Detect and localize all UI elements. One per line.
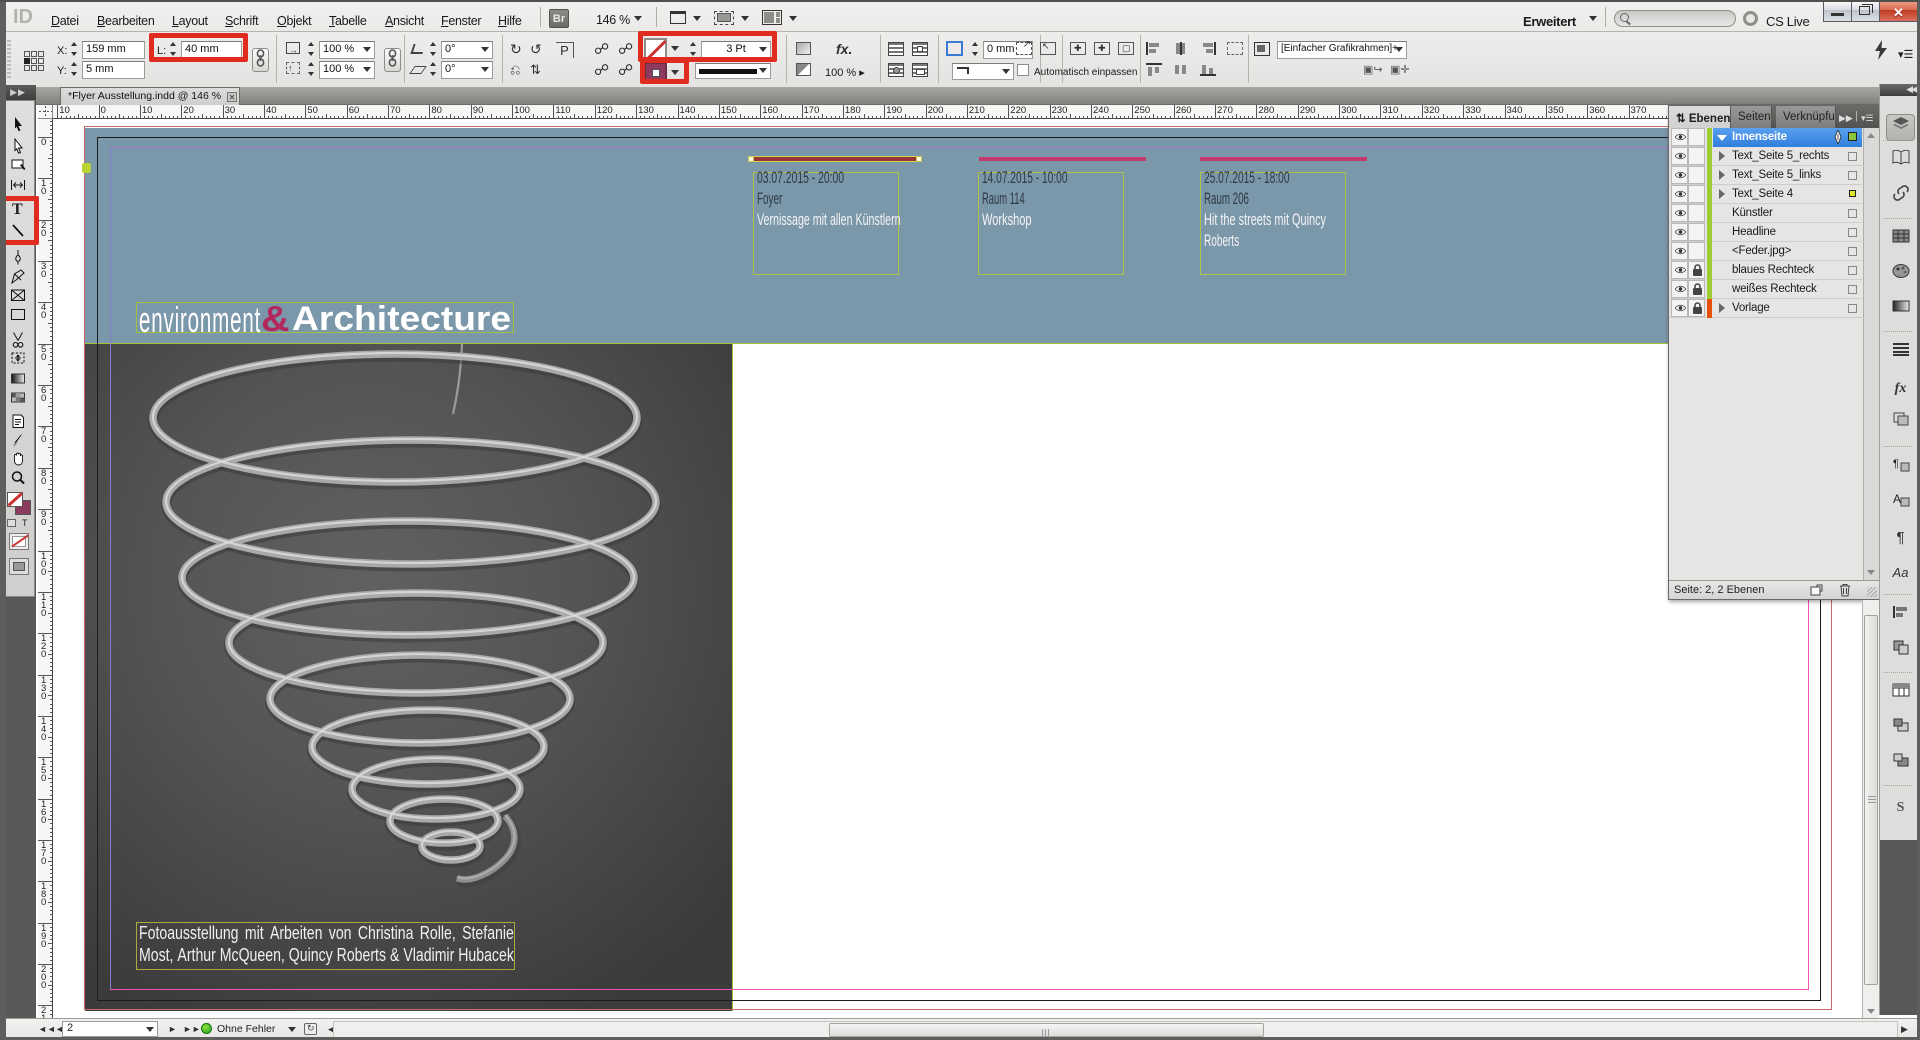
svg-text:A: A	[1893, 492, 1901, 506]
svg-text:¶: ¶	[1893, 458, 1899, 470]
